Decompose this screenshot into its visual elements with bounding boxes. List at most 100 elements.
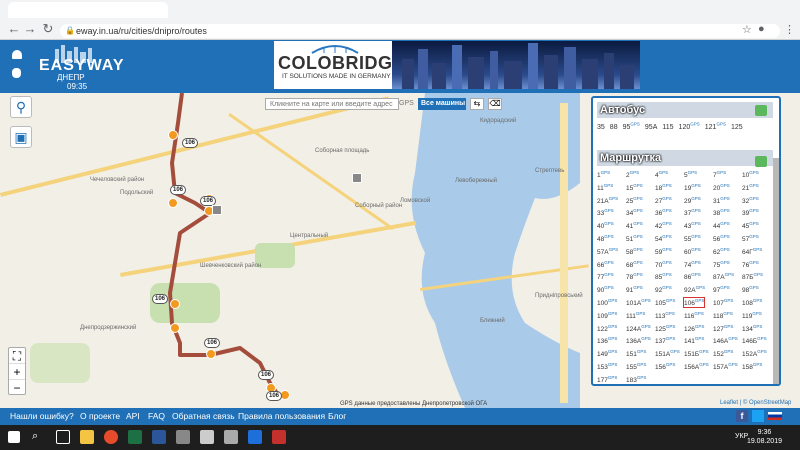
minibus-route-item[interactable]: 90GPS	[597, 285, 614, 294]
minibus-route-item[interactable]: 146АGPS	[713, 336, 738, 345]
minibus-route-item[interactable]: 87БGPS	[742, 272, 763, 281]
minibus-route-item[interactable]: 56GPS	[713, 234, 730, 243]
minibus-route-item[interactable]: 122GPS	[597, 324, 617, 333]
minibus-route-item[interactable]: 5GPS	[684, 170, 697, 179]
minibus-route-item[interactable]: 29GPS	[684, 196, 701, 205]
bus-route-item[interactable]: 35	[597, 124, 605, 131]
easyway-logo[interactable]: EASYWAY ДНЕПР 09:35	[35, 43, 125, 91]
transport-button[interactable]: ▣	[10, 126, 32, 148]
minibus-route-item[interactable]: 92GPS	[655, 285, 672, 294]
apple-icon[interactable]	[12, 68, 21, 78]
minibus-route-item[interactable]: 27GPS	[655, 196, 672, 205]
clock[interactable]: 9:36 19.08.2019	[747, 428, 782, 446]
minibus-route-item[interactable]: 107GPS	[713, 298, 733, 307]
minibus-route-item[interactable]: 105GPS	[655, 298, 675, 307]
minibus-route-item[interactable]: 57GPS	[742, 234, 759, 243]
minibus-route-item[interactable]: 57АGPS	[597, 247, 618, 256]
minibus-route-item[interactable]: 40GPS	[597, 221, 614, 230]
minibus-route-item[interactable]: 31GPS	[713, 196, 730, 205]
minibus-route-item[interactable]: 156GPS	[655, 362, 675, 371]
marsh-section-title[interactable]: Маршрутка	[597, 150, 773, 166]
footer-link-feedback[interactable]: Обратная связь	[172, 411, 235, 421]
minibus-route-item[interactable]: 48GPS	[597, 234, 614, 243]
minibus-route-item[interactable]: 152GPS	[713, 349, 733, 358]
bus-route-item[interactable]: 88	[610, 124, 618, 131]
word-icon[interactable]	[152, 430, 166, 444]
minibus-route-item[interactable]: 136АGPS	[626, 336, 651, 345]
minibus-route-item[interactable]: 124АGPS	[626, 324, 651, 333]
minibus-route-item[interactable]: 11GPS	[597, 183, 613, 192]
footer-link-report[interactable]: Нашли ошибку?	[10, 411, 74, 421]
route-stop[interactable]	[206, 349, 216, 359]
footer-link-terms[interactable]: Правила пользования	[238, 411, 325, 421]
explorer-icon[interactable]	[80, 430, 94, 444]
bus-route-item[interactable]: 115	[662, 124, 673, 131]
minibus-route-item[interactable]: 75GPS	[713, 260, 730, 269]
back-icon[interactable]: ←	[6, 21, 22, 37]
minibus-route-item[interactable]: 137GPS	[655, 336, 675, 345]
minibus-route-item[interactable]: 38GPS	[713, 208, 730, 217]
minibus-route-item[interactable]: 51GPS	[626, 234, 643, 243]
minibus-route-item[interactable]: 19GPS	[684, 183, 701, 192]
minibus-route-item[interactable]: 126GPS	[684, 324, 704, 333]
minibus-route-item[interactable]: 44GPS	[713, 221, 730, 230]
route-stop[interactable]	[170, 299, 180, 309]
minibus-route-item[interactable]: 34GPS	[626, 208, 643, 217]
route-label[interactable]: 106	[204, 338, 220, 348]
bus-route-item[interactable]: 120GPS	[679, 122, 700, 131]
minibus-route-item[interactable]: 21GPS	[742, 183, 759, 192]
minibus-route-item[interactable]: 15GPS	[626, 183, 643, 192]
minibus-route-item[interactable]: 36GPS	[655, 208, 672, 217]
minibus-route-item[interactable]: 151АGPS	[655, 349, 680, 358]
minibus-route-item[interactable]: 155GPS	[626, 362, 646, 371]
minibus-route-item[interactable]: 54GPS	[655, 234, 672, 243]
menu-icon[interactable]: ⋮	[784, 23, 795, 36]
minibus-route-item[interactable]: 183GPS	[626, 375, 646, 384]
minibus-route-item[interactable]: 141GPS	[684, 336, 704, 345]
minibus-route-item[interactable]: 177GPS	[597, 375, 617, 384]
taskview-icon[interactable]	[56, 430, 70, 444]
minibus-route-item[interactable]: 66GPS	[597, 260, 614, 269]
minibus-route-item[interactable]: 1GPS	[597, 170, 610, 179]
app-icon[interactable]	[224, 430, 238, 444]
minibus-route-item[interactable]: 37GPS	[684, 208, 701, 217]
minibus-route-item[interactable]: 45GPS	[742, 221, 759, 230]
chrome-icon[interactable]	[104, 430, 118, 444]
forward-icon[interactable]: →	[22, 21, 38, 37]
minibus-route-item[interactable]: 87АGPS	[713, 272, 734, 281]
minibus-route-item[interactable]: 41GPS	[626, 221, 643, 230]
minibus-route-item[interactable]: 98GPS	[742, 285, 759, 294]
windows-start-icon[interactable]	[8, 431, 20, 443]
minibus-route-item[interactable]: 101АGPS	[626, 298, 651, 307]
footer-link-api[interactable]: API	[126, 411, 140, 421]
minibus-route-item[interactable]: 42GPS	[655, 221, 672, 230]
route-stop[interactable]	[168, 198, 178, 208]
minibus-route-item[interactable]: 106GPS	[682, 296, 706, 309]
minibus-route-item[interactable]: 113GPS	[655, 311, 675, 320]
minibus-route-item[interactable]: 91GPS	[626, 285, 643, 294]
account-icon[interactable]: ●	[758, 23, 765, 35]
route-label[interactable]: 106	[170, 185, 186, 195]
minibus-route-item[interactable]: 146БGPS	[742, 336, 767, 345]
minibus-route-item[interactable]: 111GPS	[626, 311, 645, 320]
city-selector[interactable]: ДНЕПР	[57, 73, 85, 82]
minibus-route-item[interactable]: 149GPS	[597, 349, 617, 358]
minibus-route-item[interactable]: 158GPS	[742, 362, 762, 371]
reload-icon[interactable]: ↻	[40, 21, 56, 37]
minibus-route-item[interactable]: 68GPS	[626, 260, 643, 269]
minibus-route-item[interactable]: 151БGPS	[684, 349, 709, 358]
bus-route-item[interactable]: 95GPS	[623, 122, 640, 131]
android-icon[interactable]	[12, 50, 22, 59]
minibus-route-item[interactable]: 92АGPS	[684, 285, 705, 294]
minibus-route-item[interactable]: 74GPS	[684, 260, 701, 269]
minibus-route-item[interactable]: 134GPS	[742, 324, 762, 333]
minibus-route-item[interactable]: 108GPS	[742, 298, 762, 307]
minibus-route-item[interactable]: 100GPS	[597, 298, 617, 307]
minibus-route-item[interactable]: 76GPS	[742, 260, 759, 269]
minibus-route-item[interactable]: 59GPS	[655, 247, 672, 256]
minibus-route-item[interactable]: 157АGPS	[713, 362, 738, 371]
bus-icon[interactable]	[212, 205, 222, 215]
app-icon[interactable]	[200, 430, 214, 444]
minibus-route-item[interactable]: 43GPS	[684, 221, 701, 230]
bus-section-title[interactable]: Автобус	[597, 102, 773, 118]
